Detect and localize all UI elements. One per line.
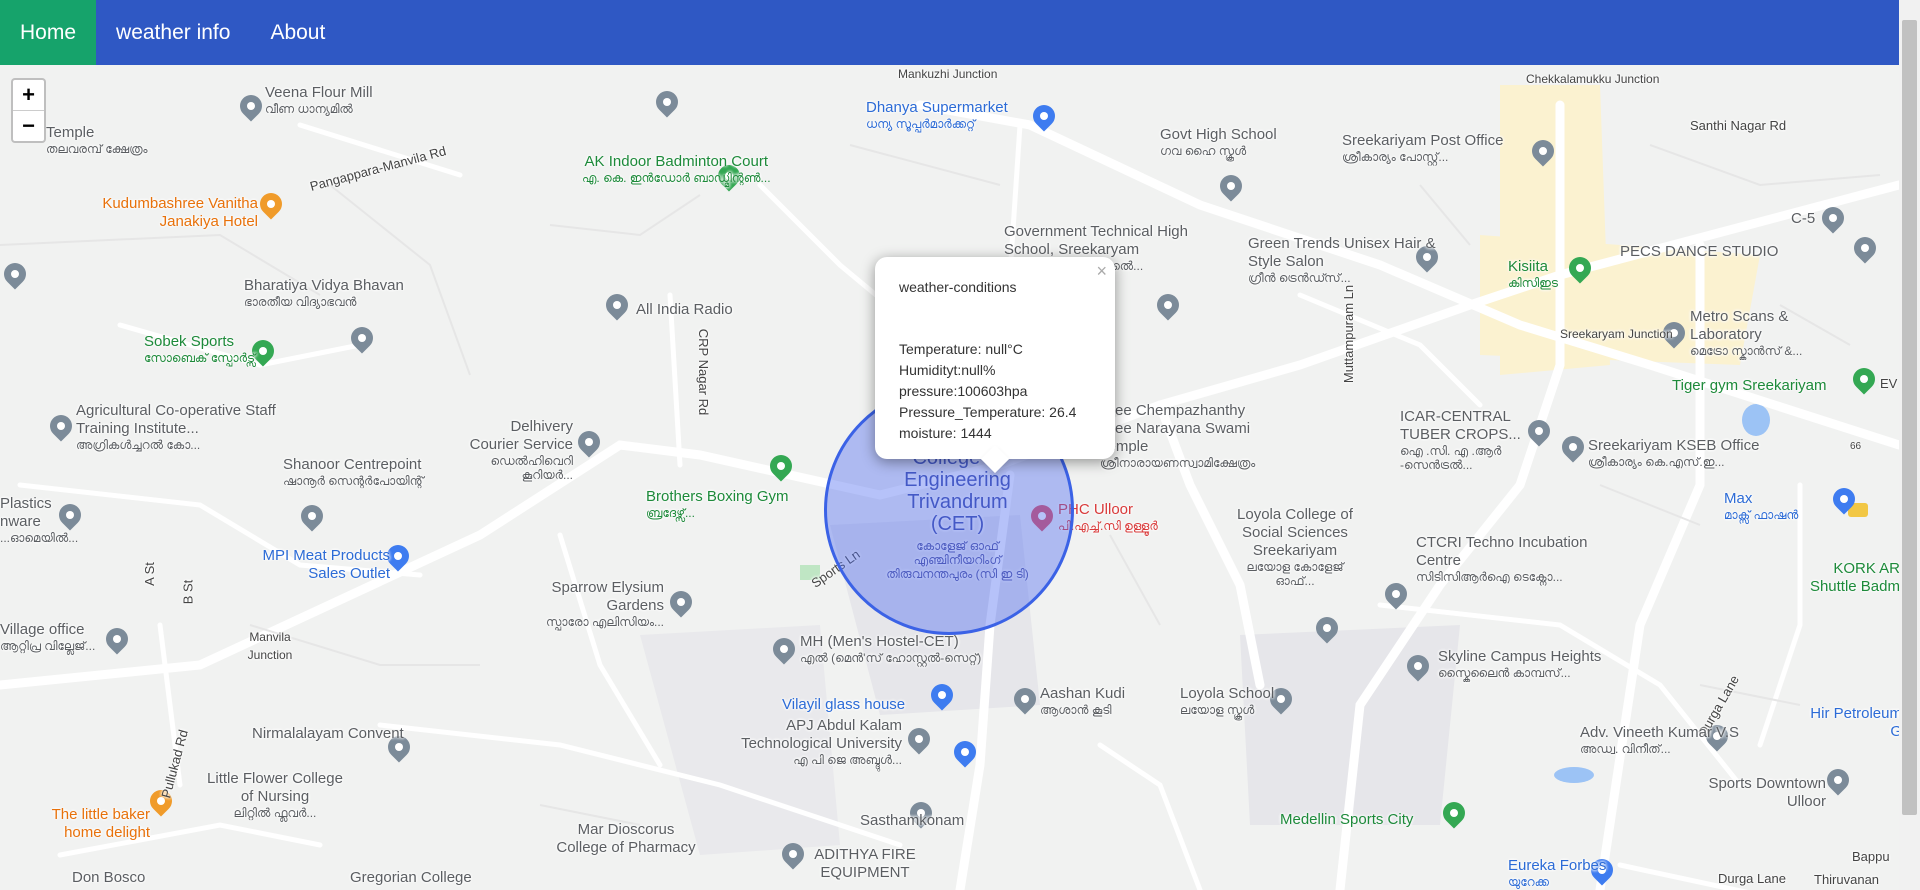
place-label[interactable]: Adv. Vineeth Kumar V.S അഡ്വ. വിനീത്...	[1580, 724, 1739, 756]
place-label[interactable]: ADITHYA FIRE EQUIPMENT	[810, 846, 920, 882]
place-label[interactable]: Village office ആറ്റിപ്ര വില്ലേജ്...	[0, 621, 95, 653]
popup-title: weather-conditions	[899, 279, 1017, 295]
junction-label: Mankuzhi Junction	[898, 67, 998, 81]
popup-pressure: pressure:100603hpa	[899, 383, 1028, 399]
junction-label: Manvila Junction	[247, 630, 293, 662]
place-label[interactable]: Sobek Sports സോബെക് സ്പോർട്സ്	[144, 333, 255, 365]
place-label[interactable]: Eureka Forbes യുറേക്ക	[1508, 857, 1606, 889]
junction-label: Chekkalamukku Junction	[1526, 72, 1660, 86]
scrollbar-thumb[interactable]	[1902, 20, 1917, 815]
weather-popup: × weather-conditions Temperature: null°C…	[875, 257, 1115, 459]
place-label[interactable]: Loyola College of Social Sciences Sreeka…	[1230, 506, 1360, 588]
road-label: Santhi Nagar Rd	[1690, 118, 1787, 133]
place-label[interactable]: Mar Dioscorus College of Pharmacy	[556, 821, 696, 857]
place-label[interactable]: Metro Scans & Laboratory മെട്രോ സ്കാൻസ് &…	[1690, 308, 1830, 358]
junction-label: Sreekaryam Junction	[1560, 327, 1673, 341]
place-label[interactable]: Max മാക്സ് ഫാഷൻ	[1724, 490, 1798, 522]
place-label[interactable]: Hir Petroleum G	[1802, 705, 1899, 741]
place-label[interactable]: Govt High School ഗവ ഹൈ സ്കൂൾ	[1160, 126, 1277, 158]
zoom-in-button[interactable]: +	[13, 80, 44, 110]
place-label[interactable]: KORK AR Shuttle Badm	[1800, 560, 1899, 596]
place-label[interactable]: Aashan Kudi ആശാൻ കൂടി	[1040, 685, 1125, 717]
place-label[interactable]: Gregorian College	[350, 869, 472, 887]
place-label[interactable]: Dhanya Supermarket ധന്യ സൂപ്പർമാർക്കറ്റ്	[866, 99, 1008, 131]
road-label: Bappu	[1852, 849, 1890, 864]
place-label[interactable]: Bharatiya Vidya Bhavan ഭാരതീയ വിദ്യാഭവൻ	[244, 277, 404, 309]
road-label: EV	[1880, 376, 1898, 391]
place-label[interactable]: Sreekariyam Post Office ശ്രീകാര്യം പോസ്റ്…	[1342, 132, 1503, 164]
place-label[interactable]: Shanoor Centrepoint ഷാനൂർ സെന്റർപോയിന്റ്	[283, 456, 424, 488]
popup-humidity: Humidityt:null%	[899, 362, 996, 378]
place-label[interactable]: MH (Men's Hostel-CET) എൽ (മെൻ'സ് ഹോസ്റ്റൽ…	[800, 633, 981, 665]
place-label[interactable]: All India Radio	[636, 301, 733, 319]
place-label[interactable]: APJ Abdul Kalam Technological University…	[712, 717, 902, 767]
place-label[interactable]: Agricultural Co-operative Staff Training…	[76, 402, 276, 452]
place-label[interactable]: MPI Meat Products Sales Outlet	[230, 547, 390, 583]
place-label[interactable]: Little Flower College of Nursing ലിറ്റിൽ …	[200, 770, 350, 820]
place-label[interactable]: Sparrow Elysium Gardens സ്പാരോ എലിസിയം...	[534, 579, 664, 629]
road-label: A St	[141, 562, 157, 586]
page-scrollbar[interactable]	[1899, 0, 1920, 890]
place-label[interactable]: Vilayil glass house	[782, 696, 905, 714]
road-label: CRP Nagar Rd	[696, 328, 712, 416]
highway-shield-label: 66	[1850, 441, 1862, 452]
road-label: Muttampuram Ln	[1341, 284, 1357, 384]
place-label[interactable]: Tiger gym Sreekariyam	[1672, 377, 1826, 395]
place-label[interactable]: The little baker home delight	[10, 806, 150, 842]
zoom-out-button[interactable]: −	[13, 110, 44, 141]
place-label[interactable]: Sreekariyam KSEB Office ശ്രീകാര്യം കെ.എസ്…	[1588, 437, 1759, 469]
place-label[interactable]: Loyola School ലയോള സ്കൂൾ	[1180, 685, 1274, 717]
place-label[interactable]: PECS DANCE STUDIO	[1620, 243, 1778, 261]
map-view[interactable]: Veena Flour Mill വീണ ധാന്യമിൽ Temple തലവരമ…	[0, 65, 1899, 890]
popup-close-button[interactable]: ×	[1096, 261, 1107, 282]
popup-pressure-temperature: Pressure_Temperature: 26.4	[899, 404, 1077, 420]
place-label[interactable]: Delhivery Courier Service ഡെൽഹിവെറി കൂറിയ…	[458, 418, 573, 482]
place-label[interactable]: ICAR-CENTRAL TUBER CROPS... ഐ .സി. എ .ആർ …	[1400, 408, 1530, 472]
place-label[interactable]: Don Bosco	[72, 869, 145, 887]
place-label[interactable]: Sree Chempazhanthy Sree Narayana Swami T…	[1100, 402, 1270, 470]
popup-moisture: moisture: 1444	[899, 425, 992, 441]
place-label[interactable]: Medellin Sports City	[1280, 811, 1413, 829]
place-label[interactable]: Plastics nware ...ഓമെയിൽ...	[0, 495, 78, 545]
place-label[interactable]: AK Indoor Badminton Court എ. കെ. ഇൻഡോർ ബാ…	[582, 153, 771, 185]
nav-weather-info[interactable]: weather info	[96, 0, 250, 65]
road-label: Thiruvanan	[1814, 872, 1880, 887]
place-label[interactable]: Kudumbashree Vanitha Janakiya Hotel	[78, 195, 258, 231]
place-label[interactable]: Kisiita കിസിഇട	[1508, 258, 1558, 290]
place-label[interactable]: Green Trends Unisex Hair & Style Salon ഗ്…	[1248, 235, 1458, 285]
road-label: B St	[180, 579, 196, 605]
zoom-control: + −	[11, 78, 46, 143]
place-label[interactable]: Skyline Campus Heights സ്കൈലൈൻ കാമ്പസ്...	[1438, 648, 1601, 680]
place-label[interactable]: Veena Flour Mill വീണ ധാന്യമിൽ	[265, 84, 373, 116]
road-label: Durga Lane	[1718, 871, 1786, 886]
nav-home[interactable]: Home	[0, 0, 97, 65]
place-label[interactable]: C-5	[1791, 210, 1815, 228]
popup-temperature: Temperature: null°C	[899, 341, 1023, 357]
place-label[interactable]: CTCRI Techno Incubation Centre സിടിസിആർഐ …	[1416, 534, 1596, 584]
place-label[interactable]: Sasthamkonam	[860, 812, 964, 830]
place-label[interactable]: Sports Downtown Ulloor	[1686, 775, 1826, 811]
place-label[interactable]: Temple തലവരമ്പ് ക്ഷേത്രം	[46, 124, 148, 156]
nav-about[interactable]: About	[250, 0, 345, 65]
place-label[interactable]: Brothers Boxing Gym ബ്രദേഴ്സ്...	[646, 488, 789, 520]
place-label[interactable]: Nirmalalayam Convent	[252, 725, 404, 743]
top-navbar: Home weather info About	[0, 0, 1899, 65]
